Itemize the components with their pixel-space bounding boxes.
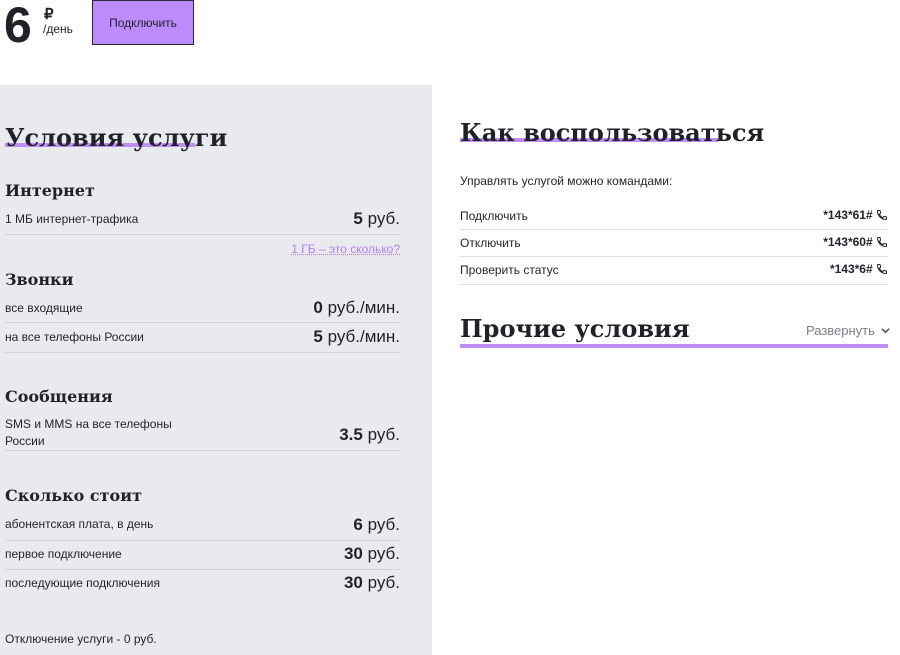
row-value-unit: руб. bbox=[362, 515, 400, 534]
command-row: Подключить *143*61# bbox=[460, 202, 888, 230]
row-value: 0 руб./мин. bbox=[313, 298, 400, 318]
gb-info-link[interactable]: 1 ГБ – это сколько? bbox=[291, 242, 400, 256]
expand-button[interactable]: Развернуть bbox=[806, 323, 890, 338]
cost-heading: Сколько стоит bbox=[5, 486, 143, 505]
command-row: Проверить статус *143*6# bbox=[460, 257, 888, 285]
row-label: абонентская плата, в день bbox=[5, 517, 154, 531]
how-to-title: Как воспользоваться bbox=[460, 118, 765, 147]
phone-icon bbox=[876, 237, 887, 248]
command-code-text: *143*6# bbox=[829, 262, 873, 276]
table-row: 1 МБ интернет-трафика 5 руб. bbox=[5, 205, 400, 235]
expand-label: Развернуть bbox=[806, 323, 875, 338]
row-value-unit: руб. bbox=[362, 425, 400, 444]
row-value-number: 5 bbox=[353, 209, 363, 228]
price-period: /день bbox=[43, 22, 73, 36]
command-code[interactable]: *143*6# bbox=[830, 262, 888, 276]
row-value: 3.5 руб. bbox=[339, 425, 400, 445]
command-code[interactable]: *143*60# bbox=[823, 235, 888, 249]
row-value: 30 руб. bbox=[344, 544, 400, 564]
title-underline bbox=[460, 344, 888, 348]
row-value-number: 6 bbox=[353, 515, 363, 534]
connect-button[interactable]: Подключить bbox=[92, 0, 194, 45]
chevron-down-icon bbox=[881, 328, 890, 334]
phone-icon bbox=[876, 210, 887, 221]
table-row: первое подключение 30 руб. bbox=[5, 541, 400, 570]
other-conditions-title: Прочие условия bbox=[460, 314, 690, 343]
messages-heading: Сообщения bbox=[5, 387, 113, 406]
command-code-text: *143*60# bbox=[823, 235, 873, 249]
row-value: 6 руб. bbox=[353, 515, 400, 535]
row-value: 5 руб./мин. bbox=[313, 327, 400, 347]
row-value-number: 30 bbox=[343, 544, 363, 563]
row-label: первое подключение bbox=[5, 547, 122, 561]
row-value-unit: руб. bbox=[362, 544, 400, 563]
row-value-unit: руб./мин. bbox=[322, 327, 400, 346]
calls-heading: Звонки bbox=[5, 270, 74, 289]
row-value-number: 30 bbox=[343, 573, 363, 592]
row-label: SMS и MMS на все телефоны России bbox=[5, 417, 172, 448]
row-value-unit: руб. bbox=[362, 573, 400, 592]
table-row: последующие подключения 30 руб. bbox=[5, 570, 400, 598]
row-value: 5 руб. bbox=[353, 209, 400, 229]
row-value-unit: руб. bbox=[362, 209, 400, 228]
command-row: Отключить *143*60# bbox=[460, 230, 888, 257]
row-label: 1 МБ интернет-трафика bbox=[5, 212, 139, 226]
row-value-number: 5 bbox=[313, 327, 323, 346]
row-label: на все телефоны России bbox=[5, 330, 144, 344]
row-value-unit: руб./мин. bbox=[322, 298, 400, 317]
command-label: Отключить bbox=[460, 236, 521, 250]
price-amount: 6 bbox=[4, 0, 32, 53]
table-row: все входящие 0 руб./мин. bbox=[5, 293, 400, 323]
row-value-number: 3.5 bbox=[339, 425, 363, 444]
command-label: Подключить bbox=[460, 209, 528, 223]
row-label: последующие подключения bbox=[5, 576, 160, 590]
price-currency: ₽ bbox=[44, 6, 54, 23]
table-row: абонентская плата, в день 6 руб. bbox=[5, 510, 400, 541]
table-row: на все телефоны России 5 руб./мин. bbox=[5, 323, 400, 353]
conditions-title: Условия услуги bbox=[5, 123, 228, 152]
internet-heading: Интернет bbox=[5, 181, 95, 200]
row-value-number: 0 bbox=[313, 298, 323, 317]
command-label: Проверить статус bbox=[460, 263, 559, 277]
table-row: SMS и MMS на все телефоны России 3.5 руб… bbox=[5, 413, 400, 451]
how-to-intro: Управлять услугой можно командами: bbox=[460, 174, 673, 188]
phone-icon bbox=[876, 264, 887, 275]
row-value: 30 руб. bbox=[344, 573, 400, 593]
disconnect-note: Отключение услуги - 0 руб. bbox=[5, 632, 157, 646]
command-code[interactable]: *143*61# bbox=[823, 208, 888, 222]
service-conditions-panel: Условия услуги Интернет 1 МБ интернет-тр… bbox=[0, 85, 432, 655]
row-label: все входящие bbox=[5, 301, 83, 315]
command-code-text: *143*61# bbox=[823, 208, 873, 222]
